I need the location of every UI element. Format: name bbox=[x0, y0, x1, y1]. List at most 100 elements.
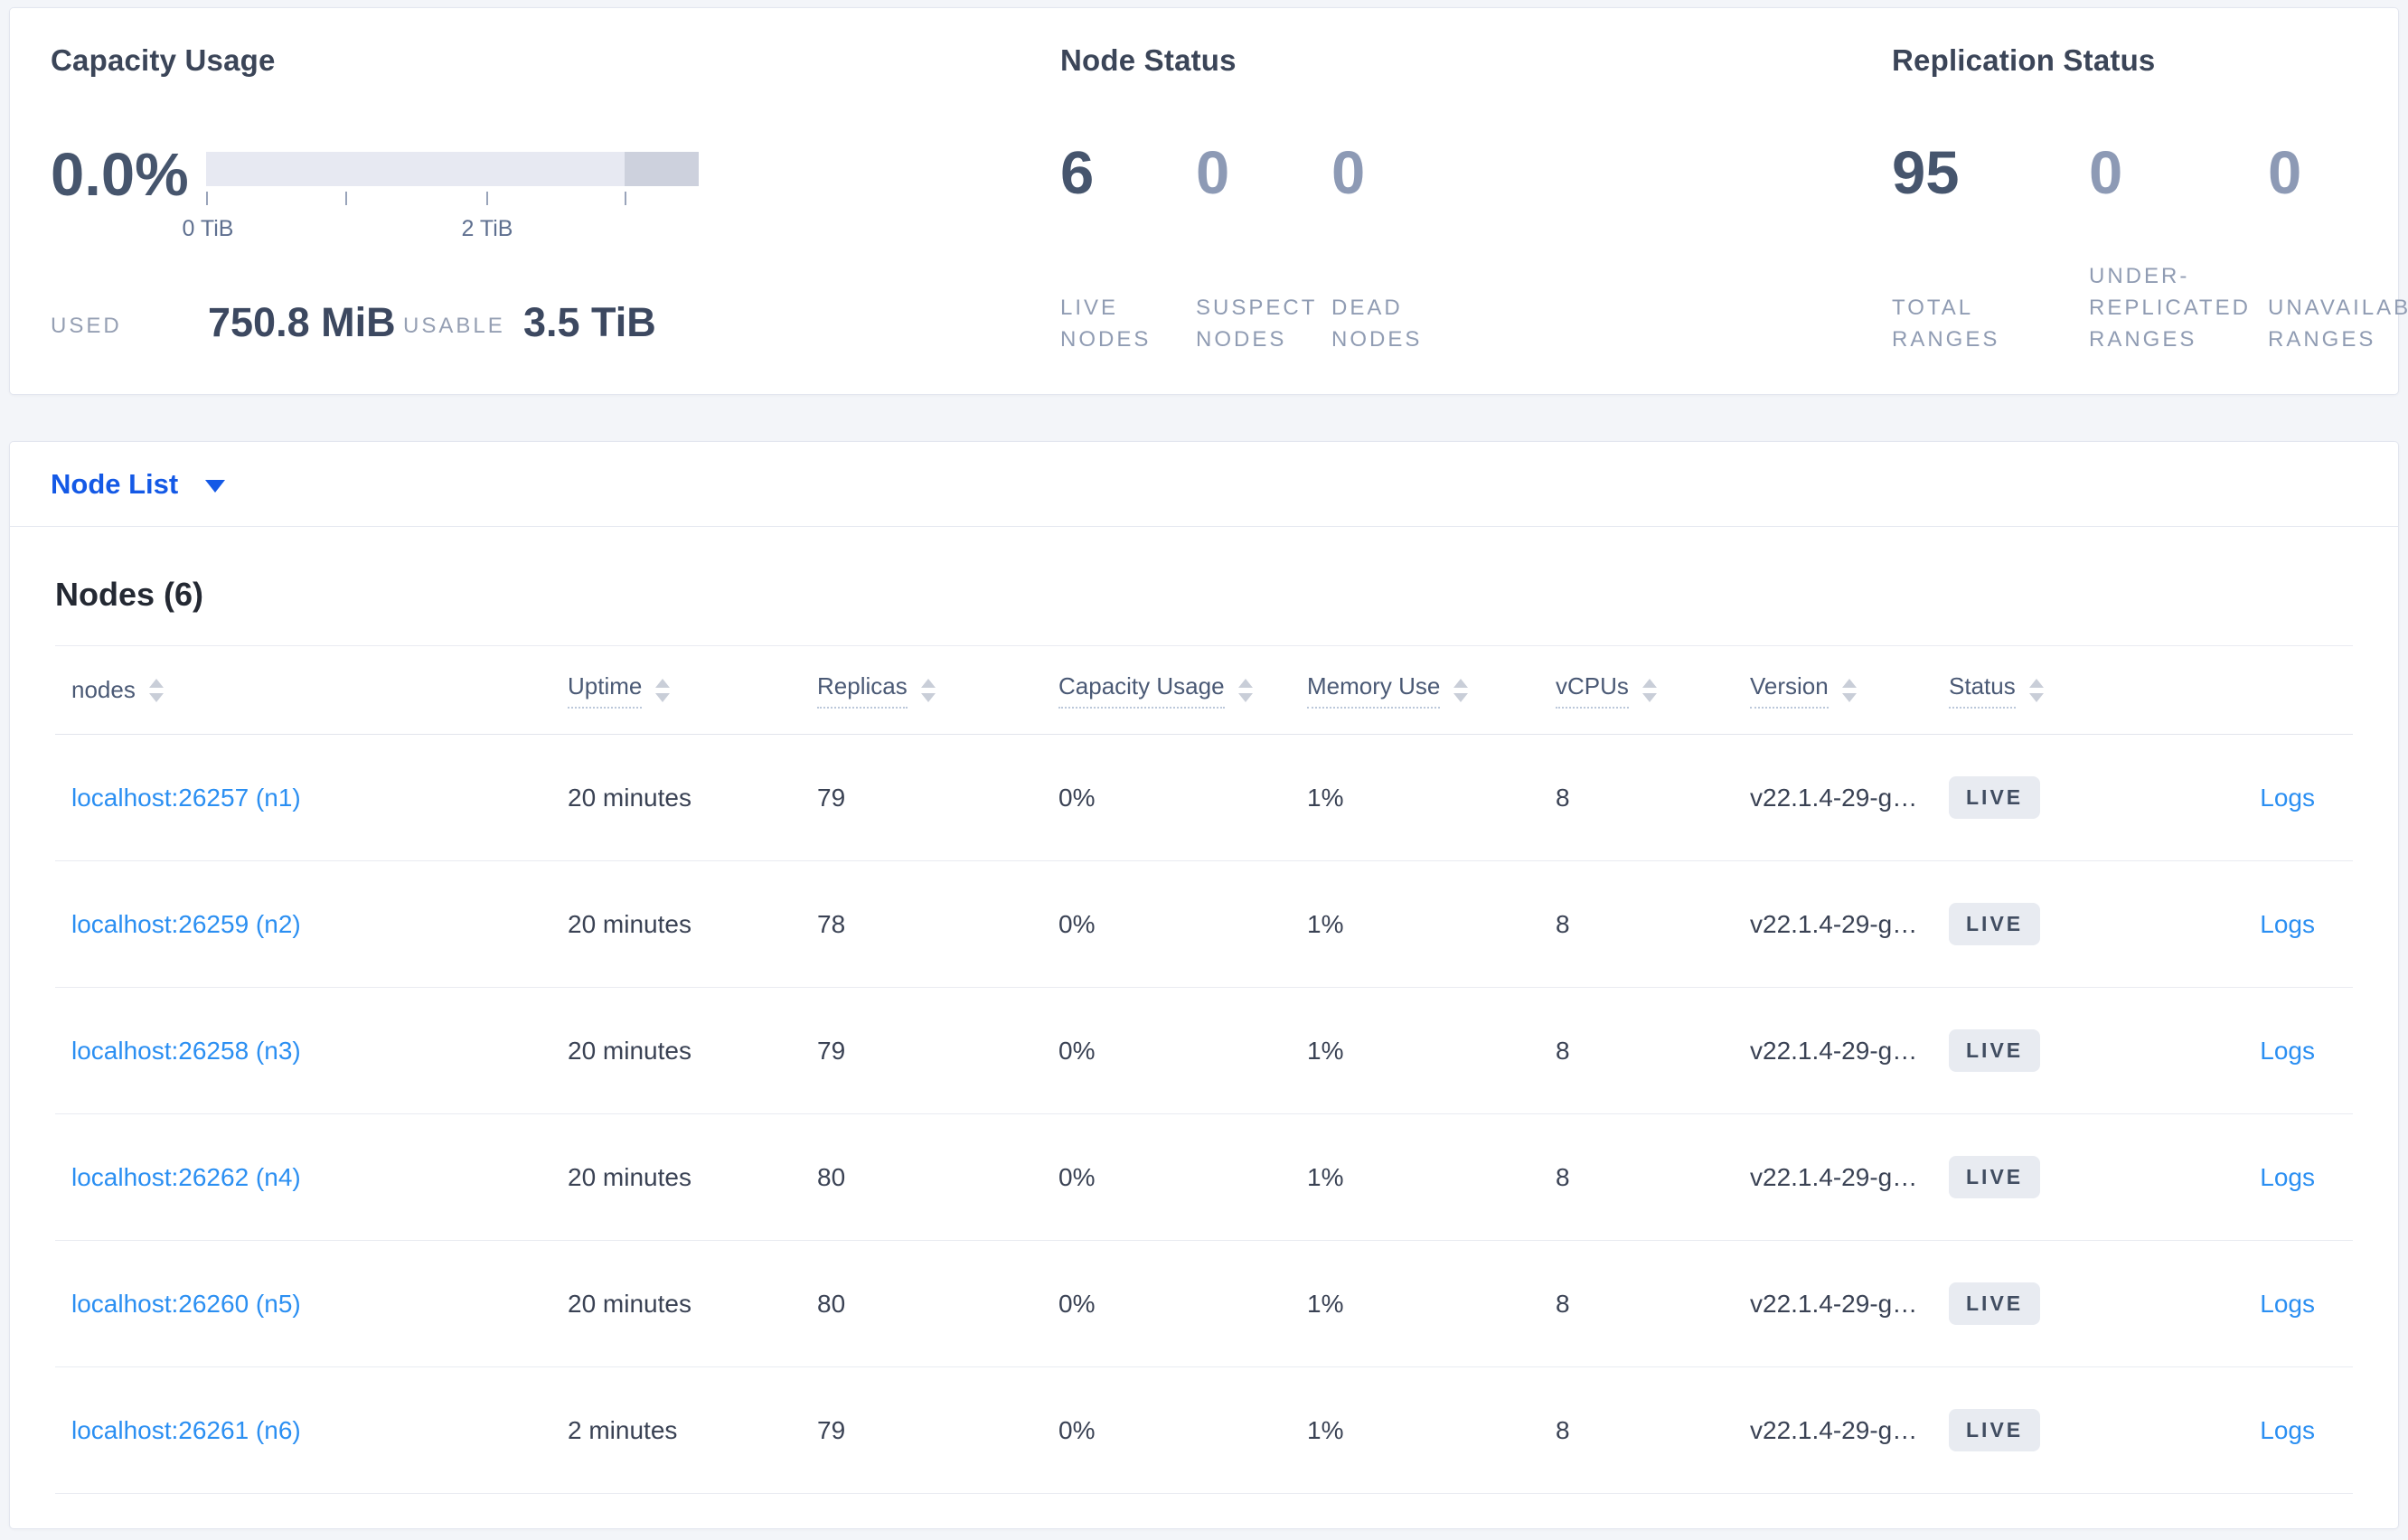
replication-status-title: Replication Status bbox=[1892, 43, 2156, 77]
node-address-link[interactable]: localhost:26261 (n6) bbox=[71, 1416, 301, 1444]
vcpus-cell: 8 bbox=[1556, 1162, 1570, 1191]
logs-link[interactable]: Logs bbox=[2260, 784, 2315, 812]
sort-icon bbox=[1453, 678, 1469, 702]
version-cell: v22.1.4-29-g… bbox=[1750, 1036, 1918, 1065]
uptime-cell: 20 minutes bbox=[568, 909, 691, 938]
node-address-link[interactable]: localhost:26262 (n4) bbox=[71, 1163, 301, 1191]
replicas-cell: 80 bbox=[817, 1289, 846, 1318]
capacity-usage-cell: 0% bbox=[1058, 1289, 1096, 1318]
table-row: localhost:26261 (n6) 2 minutes 79 0% 1% … bbox=[55, 1367, 2353, 1494]
capacity-usage-cell: 0% bbox=[1058, 1162, 1096, 1191]
used-label: USED bbox=[51, 314, 122, 338]
capacity-usage-cell: 0% bbox=[1058, 1036, 1096, 1065]
table-row: localhost:26257 (n1) 20 minutes 79 0% 1%… bbox=[55, 735, 2353, 861]
axis-tick-label-2: 2 TiB bbox=[461, 216, 513, 241]
stat-unavailable-ranges: 0 UNAVAILABLE RANGES bbox=[2268, 142, 2408, 355]
version-cell: v22.1.4-29-g… bbox=[1750, 1289, 1918, 1318]
stat-total-ranges: 95 TOTAL RANGES bbox=[1892, 142, 2087, 355]
capacity-bar-overflow-segment bbox=[625, 152, 699, 186]
capacity-percent-value: 0.0% bbox=[51, 141, 189, 209]
cluster-overview-page: Capacity Usage 0.0% 0 TiB 2 TiB USED 750… bbox=[0, 0, 2408, 1540]
capacity-used-usable-row: USED 750.8 MiB USABLE 3.5 TiB bbox=[10, 296, 1004, 344]
replicas-cell: 80 bbox=[817, 1162, 846, 1191]
total-ranges-value: 95 bbox=[1892, 139, 1960, 207]
logs-link[interactable]: Logs bbox=[2260, 1416, 2315, 1444]
version-cell: v22.1.4-29-g… bbox=[1750, 1415, 1918, 1444]
node-address-link[interactable]: localhost:26258 (n3) bbox=[71, 1037, 301, 1065]
column-header-version[interactable]: Version bbox=[1750, 672, 1949, 709]
sort-icon bbox=[655, 678, 671, 702]
memory-use-cell: 1% bbox=[1307, 1415, 1344, 1444]
sort-icon bbox=[148, 678, 164, 702]
column-header-vcpus[interactable]: vCPUs bbox=[1556, 672, 1750, 709]
column-header-nodes[interactable]: nodes bbox=[55, 676, 568, 704]
uptime-cell: 20 minutes bbox=[568, 783, 691, 812]
status-badge: LIVE bbox=[1949, 776, 2041, 819]
sort-icon bbox=[920, 678, 936, 702]
dead-nodes-value: 0 bbox=[1331, 139, 1366, 207]
node-address-link[interactable]: localhost:26259 (n2) bbox=[71, 910, 301, 938]
sort-icon bbox=[1641, 678, 1657, 702]
table-row: localhost:26262 (n4) 20 minutes 80 0% 1%… bbox=[55, 1114, 2353, 1241]
vcpus-cell: 8 bbox=[1556, 1415, 1570, 1444]
unavailable-ranges-value: 0 bbox=[2268, 139, 2302, 207]
capacity-usage-cell: 0% bbox=[1058, 909, 1096, 938]
sort-icon bbox=[2028, 678, 2044, 702]
unavailable-ranges-label: UNAVAILABLE RANGES bbox=[2268, 296, 2408, 352]
stat-dead-nodes: 0 DEAD NODES bbox=[1331, 142, 1521, 355]
nodes-table: nodes Uptime Replicas Capacity Usage Mem… bbox=[55, 645, 2353, 1494]
replicas-cell: 79 bbox=[817, 783, 846, 812]
node-list-card: Node List Nodes (6) nodes Uptime Replica… bbox=[9, 441, 2399, 1529]
vcpus-cell: 8 bbox=[1556, 909, 1570, 938]
capacity-usage-title: Capacity Usage bbox=[51, 43, 276, 77]
sort-icon bbox=[1841, 678, 1857, 702]
under-replicated-label: UNDER- REPLICATED RANGES bbox=[2089, 264, 2251, 352]
logs-link[interactable]: Logs bbox=[2260, 1037, 2315, 1065]
nodes-section-heading: Nodes (6) bbox=[55, 576, 204, 613]
vcpus-cell: 8 bbox=[1556, 1289, 1570, 1318]
column-header-capacity-usage[interactable]: Capacity Usage bbox=[1058, 672, 1307, 709]
used-value: 750.8 MiB bbox=[208, 299, 396, 345]
nodes-table-header: nodes Uptime Replicas Capacity Usage Mem… bbox=[55, 645, 2353, 735]
table-row: localhost:26259 (n2) 20 minutes 78 0% 1%… bbox=[55, 861, 2353, 988]
memory-use-cell: 1% bbox=[1307, 783, 1344, 812]
version-cell: v22.1.4-29-g… bbox=[1750, 909, 1918, 938]
table-row: localhost:26258 (n3) 20 minutes 79 0% 1%… bbox=[55, 988, 2353, 1114]
dead-nodes-label: DEAD NODES bbox=[1331, 296, 1423, 352]
status-badge: LIVE bbox=[1949, 1282, 2041, 1325]
total-ranges-label: TOTAL RANGES bbox=[1892, 296, 2000, 352]
logs-link[interactable]: Logs bbox=[2260, 910, 2315, 938]
cluster-summary-card: Capacity Usage 0.0% 0 TiB 2 TiB USED 750… bbox=[9, 7, 2408, 395]
capacity-usage-cell: 0% bbox=[1058, 783, 1096, 812]
uptime-cell: 2 minutes bbox=[568, 1415, 678, 1444]
logs-link[interactable]: Logs bbox=[2260, 1290, 2315, 1318]
suspect-nodes-label: SUSPECT NODES bbox=[1196, 296, 1318, 352]
node-status-title: Node Status bbox=[1060, 43, 1237, 77]
memory-use-cell: 1% bbox=[1307, 1162, 1344, 1191]
stat-under-replicated-ranges: 0 UNDER- REPLICATED RANGES bbox=[2089, 142, 2270, 355]
column-header-memory-use[interactable]: Memory Use bbox=[1307, 672, 1556, 709]
table-row: localhost:26260 (n5) 20 minutes 80 0% 1%… bbox=[55, 1241, 2353, 1367]
memory-use-cell: 1% bbox=[1307, 1036, 1344, 1065]
status-badge: LIVE bbox=[1949, 1156, 2041, 1198]
column-header-uptime[interactable]: Uptime bbox=[568, 672, 817, 709]
node-list-dropdown[interactable]: Node List bbox=[10, 442, 2398, 527]
replicas-cell: 79 bbox=[817, 1036, 846, 1065]
sort-icon bbox=[1237, 678, 1253, 702]
live-nodes-label: LIVE NODES bbox=[1060, 296, 1152, 352]
under-replicated-value: 0 bbox=[2089, 139, 2123, 207]
capacity-axis-ticks bbox=[206, 192, 699, 205]
replicas-cell: 78 bbox=[817, 909, 846, 938]
vcpus-cell: 8 bbox=[1556, 1036, 1570, 1065]
node-address-link[interactable]: localhost:26260 (n5) bbox=[71, 1290, 301, 1318]
logs-link[interactable]: Logs bbox=[2260, 1163, 2315, 1191]
usable-label: USABLE bbox=[403, 314, 505, 338]
memory-use-cell: 1% bbox=[1307, 1289, 1344, 1318]
status-badge: LIVE bbox=[1949, 1409, 2041, 1451]
capacity-usage-cell: 0% bbox=[1058, 1415, 1096, 1444]
column-header-status[interactable]: Status bbox=[1949, 672, 2125, 709]
node-address-link[interactable]: localhost:26257 (n1) bbox=[71, 784, 301, 812]
column-header-replicas[interactable]: Replicas bbox=[817, 672, 1058, 709]
usable-value: 3.5 TiB bbox=[523, 299, 656, 345]
capacity-usage-bar bbox=[206, 152, 699, 186]
